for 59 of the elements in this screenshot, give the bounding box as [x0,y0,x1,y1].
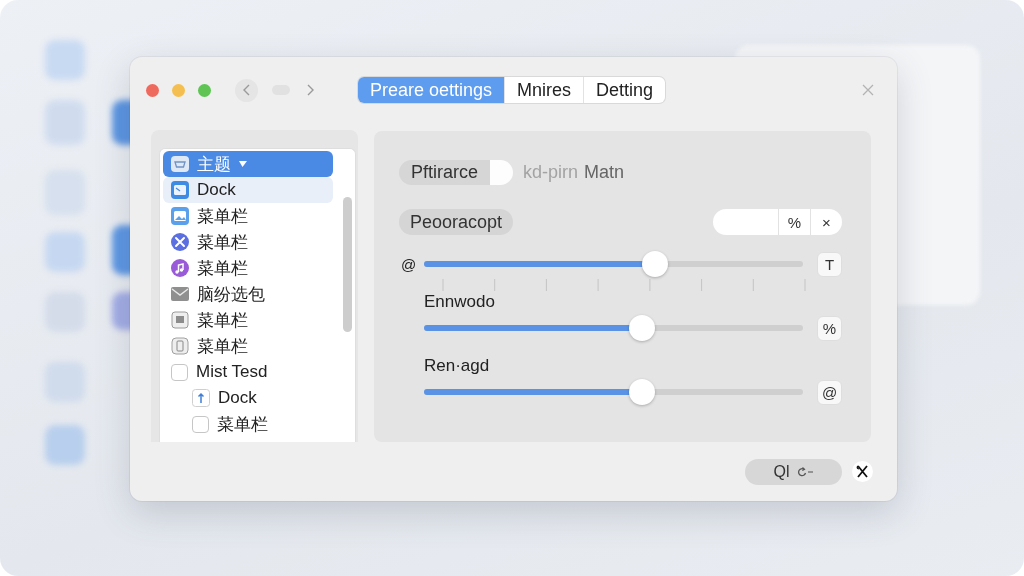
close-icon[interactable] [862,84,874,96]
chevron-left-icon [243,84,250,96]
forward-button[interactable] [307,84,314,96]
zoom-window-button[interactable] [198,83,211,97]
image-icon [171,207,189,225]
end-button[interactable]: @ [817,379,842,405]
sidebar-item[interactable]: 菜单栏 [163,307,333,333]
picture-frame-icon [171,311,189,329]
tab[interactable]: Mnires [504,77,584,103]
value-text: Matn [584,162,625,183]
slider-thumb[interactable] [628,379,655,405]
cross-icon[interactable] [852,461,873,482]
sidebar-item[interactable]: 菜单栏 [163,333,333,359]
hint-text: kd-pirn [523,162,579,183]
field-button[interactable]: % [778,209,810,235]
sidebar-item[interactable]: Dock [163,177,333,203]
pill-button[interactable]: Peooracopt [399,209,514,235]
sidebar-item[interactable]: 菜单栏 [184,411,333,437]
scrollbar[interactable] [343,197,352,332]
close-window-button[interactable] [146,83,159,97]
sidebar-item[interactable]: 脑纷选包 [163,281,333,307]
window-icon [171,181,189,199]
refresh-icon [795,465,814,478]
at-symbol: @ [400,255,418,273]
cross-circle-icon [171,233,189,251]
sidebar-item[interactable]: 菜单栏 [163,229,333,255]
caret-icon [239,161,247,167]
tab[interactable]: Detting [583,77,666,103]
sidebar-item[interactable]: Dock [184,385,333,411]
slider-label: Ren·agd [424,357,491,375]
app-icon [45,100,85,145]
sidebar-item[interactable]: 菜单栏 [163,203,333,229]
end-button[interactable]: T [817,251,842,277]
envelope-icon [171,285,189,303]
app-icon [45,425,85,465]
end-button[interactable]: % [817,315,842,341]
sidebar-item[interactable]: 菜单栏 [163,255,333,281]
sidebar-item[interactable]: Mist Tesd [163,359,333,385]
sidebar-item[interactable]: 主题 [163,151,333,177]
tray-icon [171,155,189,173]
slider-track[interactable] [424,315,803,341]
minimize-window-button[interactable] [172,83,185,97]
slider-track[interactable] [424,379,803,405]
slider-thumb[interactable] [628,315,655,341]
slider-track[interactable] [424,251,803,277]
checkbox[interactable] [192,415,209,433]
chevron-right-icon [307,84,314,96]
back-button[interactable] [235,78,258,102]
field-button[interactable]: × [810,209,842,235]
music-note-icon [171,259,189,277]
action-button[interactable]: Ql [745,458,842,485]
slider-label: Ennwodo [424,293,496,311]
checkbox[interactable] [171,363,188,381]
app-icon [45,40,85,80]
toggle-switch[interactable]: Pftirarce [399,160,513,185]
input-field[interactable] [713,209,778,235]
phone-icon [171,337,189,355]
app-icon [45,232,85,272]
slider-thumb[interactable] [642,251,669,277]
